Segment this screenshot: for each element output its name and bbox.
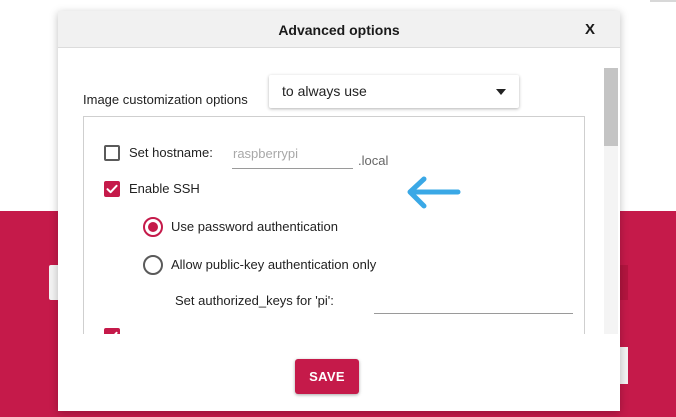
scrollbar-thumb[interactable]	[604, 68, 618, 146]
customization-select-value: to always use	[282, 83, 367, 99]
options-group: Set hostname: raspberrypi .local Enable …	[83, 116, 585, 334]
authorized-keys-label: Set authorized_keys for 'pi':	[175, 293, 334, 308]
ssh-label: Enable SSH	[129, 181, 200, 196]
password-auth-radio[interactable]	[143, 217, 163, 237]
customization-label: Image customization options	[83, 92, 248, 107]
publickey-auth-radio[interactable]	[143, 255, 163, 275]
arrow-left-icon	[407, 176, 461, 209]
check-icon	[114, 331, 118, 334]
dialog-header: Advanced options X	[58, 11, 620, 48]
password-auth-label: Use password authentication	[171, 219, 338, 234]
advanced-options-dialog: Advanced options X Image customization o…	[58, 11, 620, 411]
dialog-title: Advanced options	[278, 22, 400, 38]
close-button[interactable]: X	[580, 19, 600, 41]
hostname-placeholder: raspberrypi	[233, 146, 299, 161]
customization-select[interactable]: to always use	[269, 75, 519, 108]
options-scroll-area[interactable]: Image customization options to always us…	[58, 48, 620, 334]
hostname-checkbox[interactable]	[104, 145, 120, 161]
publickey-auth-label: Allow public-key authentication only	[171, 257, 377, 272]
authorized-keys-input[interactable]	[374, 289, 573, 314]
hostname-label: Set hostname:	[129, 145, 213, 160]
caret-down-icon	[496, 89, 506, 95]
hostname-input[interactable]: raspberrypi	[232, 144, 353, 169]
check-icon	[106, 184, 118, 194]
background-divider	[650, 0, 676, 2]
save-button[interactable]: SAVE	[295, 359, 359, 394]
hostname-suffix: .local	[358, 153, 389, 168]
next-option-checkbox[interactable]	[104, 328, 120, 334]
ssh-checkbox[interactable]	[104, 181, 120, 197]
